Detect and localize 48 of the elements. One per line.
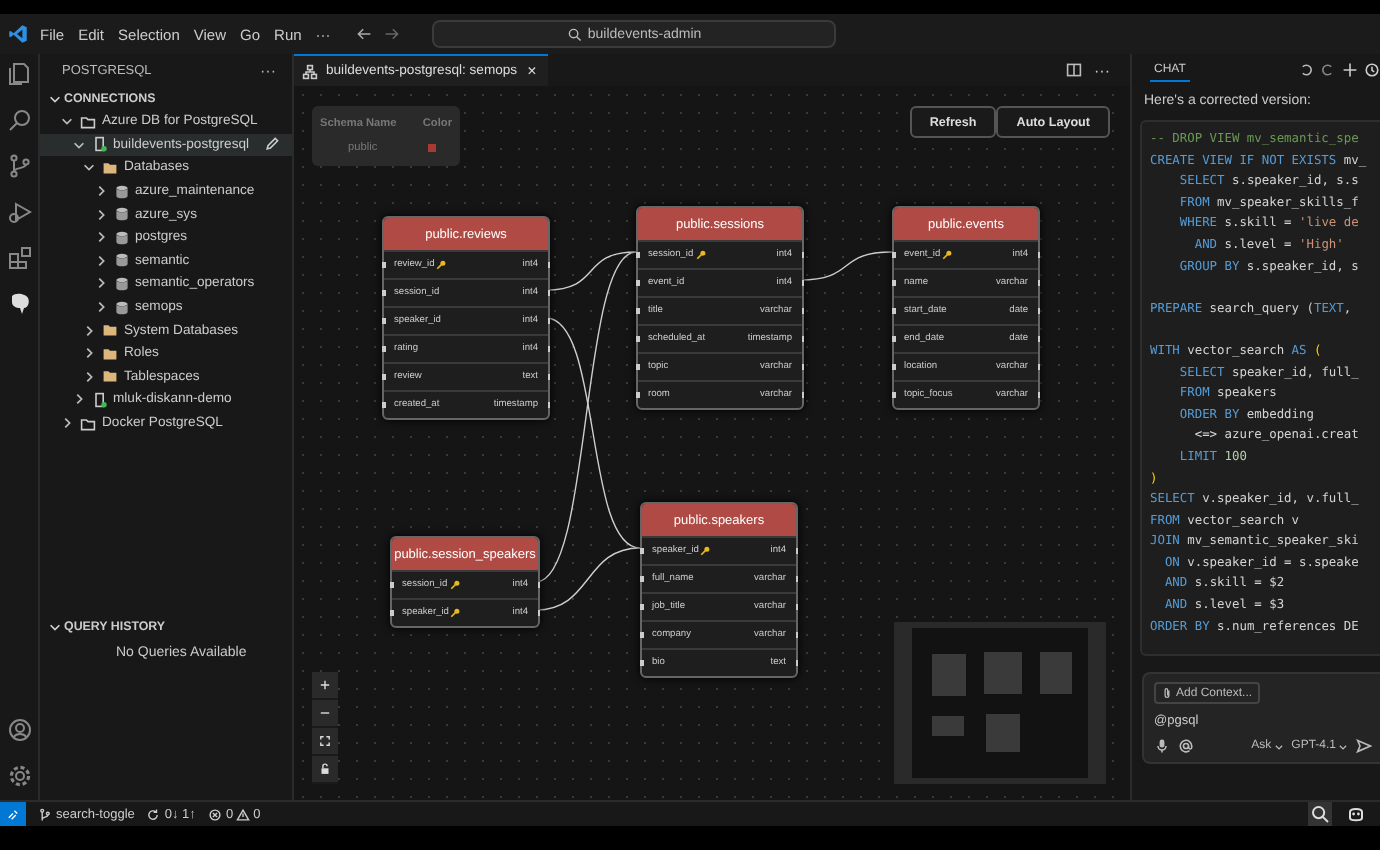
server-icon	[91, 391, 107, 408]
database-icon	[113, 229, 129, 246]
pencil-icon[interactable]	[264, 136, 280, 153]
chevron-down-icon	[1273, 741, 1284, 752]
more-actions[interactable]: ···	[260, 62, 276, 80]
database-icon	[113, 183, 129, 200]
database-icon	[113, 252, 129, 269]
folder-icon	[102, 159, 118, 176]
app-logo-icon	[8, 24, 28, 44]
chevron-down-icon	[1338, 741, 1348, 752]
sync-icon	[146, 807, 161, 821]
paperclip-icon	[1162, 686, 1172, 701]
diagram-icon	[302, 63, 318, 79]
undo-icon[interactable]	[1298, 62, 1314, 78]
warning-icon	[235, 807, 250, 821]
connector-line	[799, 251, 893, 281]
send-icon[interactable]	[1356, 738, 1372, 755]
database-icon	[113, 275, 129, 292]
more-actions[interactable]: ···	[1094, 61, 1110, 79]
search-icon[interactable]	[7, 108, 31, 132]
copilot-icon[interactable]	[1344, 802, 1368, 826]
folder-outline-icon	[80, 415, 96, 432]
branch-icon	[38, 807, 52, 821]
database-icon	[113, 206, 129, 223]
zoom-icon[interactable]	[1308, 802, 1332, 826]
folder-outline-icon	[80, 113, 96, 130]
split-editor-icon[interactable]	[1066, 62, 1082, 78]
back-arrow-icon[interactable]	[356, 26, 373, 42]
settings-icon[interactable]	[7, 764, 31, 788]
run-debug-icon[interactable]	[7, 200, 31, 224]
mention-icon[interactable]	[1178, 738, 1194, 755]
forward-arrow-icon[interactable]	[384, 26, 401, 42]
account-icon[interactable]	[7, 718, 31, 742]
chevron-icon	[48, 620, 62, 634]
server-icon	[91, 136, 107, 153]
database-icon	[113, 299, 129, 316]
remote-icon	[6, 807, 20, 821]
source-control-icon[interactable]	[7, 154, 31, 178]
extensions-icon[interactable]	[7, 246, 31, 270]
remote-button[interactable]	[0, 802, 26, 826]
explorer-icon[interactable]	[7, 62, 31, 86]
microphone-icon[interactable]	[1154, 738, 1170, 755]
history-icon[interactable]	[1364, 62, 1380, 78]
redo-icon[interactable]	[1320, 62, 1336, 78]
search-icon	[567, 27, 582, 41]
plus-icon[interactable]	[1342, 62, 1358, 78]
error-icon	[207, 807, 222, 821]
close-tab[interactable]: ×	[527, 62, 537, 80]
